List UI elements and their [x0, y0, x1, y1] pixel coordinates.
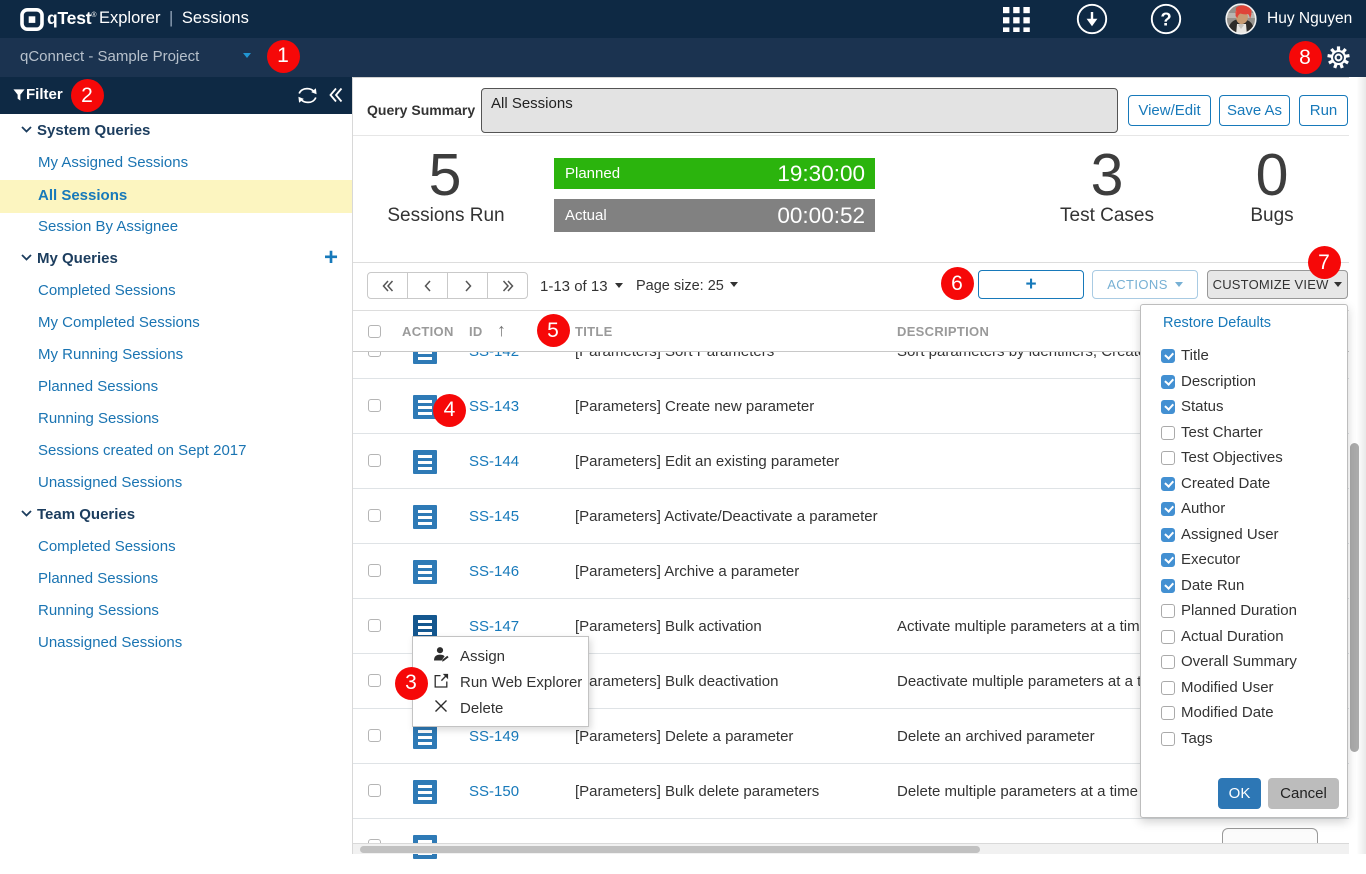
- svg-text:?: ?: [1160, 9, 1171, 30]
